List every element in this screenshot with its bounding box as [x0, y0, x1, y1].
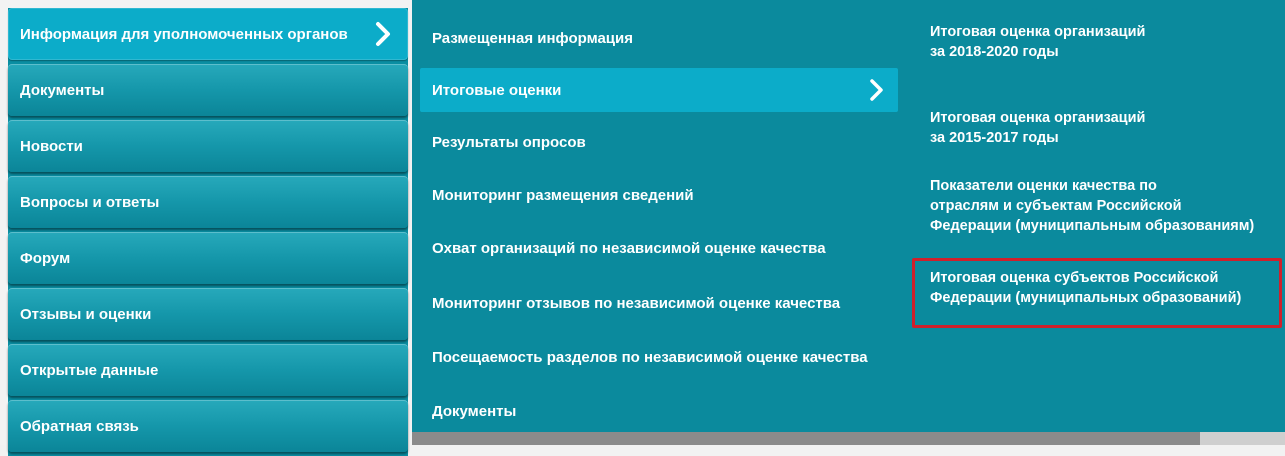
- submenu-item-attendance[interactable]: Посещаемость разделов по независимой оце…: [420, 335, 898, 379]
- subsubmenu-item-quality-indicators[interactable]: Показатели оценки качества по отраслям и…: [930, 176, 1280, 236]
- submenu-item-label: Мониторинг отзывов по независимой оценке…: [432, 294, 841, 312]
- chevron-right-icon: [376, 22, 390, 46]
- left-menu-item-label: Вопросы и ответы: [20, 193, 160, 211]
- submenu-item-documents[interactable]: Документы: [420, 389, 898, 433]
- submenu-item-coverage[interactable]: Охват организаций по независимой оценке …: [420, 226, 898, 270]
- submenu-item-label: Итоговые оценки: [432, 81, 562, 99]
- submenu-item-monitoring-reviews[interactable]: Мониторинг отзывов по независимой оценке…: [420, 281, 898, 325]
- highlight-frame: [912, 258, 1282, 328]
- left-menu-item-label: Отзывы и оценки: [20, 305, 152, 323]
- left-menu-item-label: Документы: [20, 81, 105, 99]
- submenu-item-final-scores[interactable]: Итоговые оценки: [420, 68, 898, 112]
- left-menu-item-label: Новости: [20, 137, 83, 155]
- submenu-item-posted-info[interactable]: Размещенная информация: [420, 16, 898, 60]
- left-menu-item-label: Форум: [20, 249, 71, 267]
- submenu-item-label: Результаты опросов: [432, 133, 586, 151]
- left-menu-item-label: Информация для уполномоченных органов: [20, 25, 348, 43]
- subsubmenu-item-2015-2017[interactable]: Итоговая оценка организаций за 2015-2017…: [930, 108, 1280, 148]
- submenu-item-label: Мониторинг размещения сведений: [432, 186, 694, 204]
- left-menu: Информация для уполномоченных органов До…: [8, 8, 408, 456]
- left-menu-item-label: Открытые данные: [20, 361, 159, 379]
- chevron-right-icon: [870, 79, 883, 101]
- subsubmenu-item-2018-2020[interactable]: Итоговая оценка организаций за 2018-2020…: [930, 22, 1280, 62]
- left-menu-item-label: Обратная связь: [20, 417, 139, 435]
- submenu-item-label: Документы: [432, 402, 517, 420]
- left-menu-item-forum[interactable]: Форум: [8, 232, 408, 284]
- left-menu-item-open-data[interactable]: Открытые данные: [8, 344, 408, 396]
- submenu-item-label: Посещаемость разделов по независимой оце…: [432, 348, 868, 366]
- submenu-item-monitoring-placement[interactable]: Мониторинг размещения сведений: [420, 173, 898, 217]
- submenu-item-label: Охват организаций по независимой оценке …: [432, 239, 826, 257]
- left-menu-item-documents[interactable]: Документы: [8, 64, 408, 116]
- left-menu-item-authorities[interactable]: Информация для уполномоченных органов: [8, 8, 408, 60]
- submenu-item-survey-results[interactable]: Результаты опросов: [420, 120, 898, 164]
- panel-shadow: [412, 432, 1285, 445]
- left-menu-item-faq[interactable]: Вопросы и ответы: [8, 176, 408, 228]
- left-menu-item-news[interactable]: Новости: [8, 120, 408, 172]
- left-menu-item-feedback[interactable]: Обратная связь: [8, 400, 408, 452]
- left-menu-item-reviews[interactable]: Отзывы и оценки: [8, 288, 408, 340]
- panel-shadow-edge: [1200, 432, 1285, 445]
- submenu-item-label: Размещенная информация: [432, 29, 634, 47]
